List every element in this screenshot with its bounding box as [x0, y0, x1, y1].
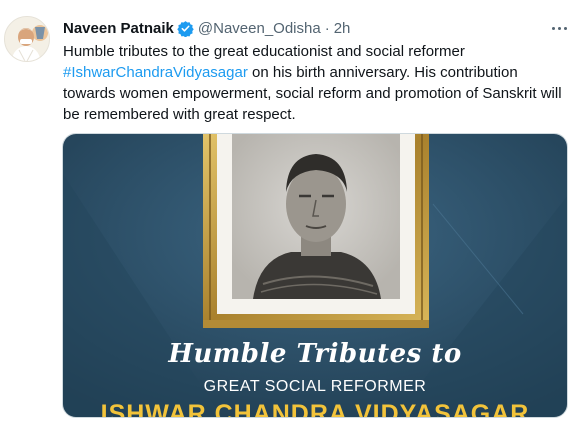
verified-badge-icon — [177, 20, 194, 37]
avatar-image — [5, 17, 49, 61]
tweet-header: Naveen Patnaik @Naveen_Odisha · 2h — [63, 17, 350, 39]
more-options-icon[interactable] — [548, 17, 570, 39]
tweet-media-image[interactable]: Humble Tributes to GREAT SOCIAL REFORMER… — [62, 133, 568, 418]
poster-caption-line3: ISHWAR CHANDRA VIDYASAGAR — [100, 400, 530, 418]
tweet-text: Humble tributes to the great educationis… — [63, 41, 568, 125]
poster-caption-line2: GREAT SOCIAL REFORMER — [203, 378, 427, 395]
tweet[interactable]: Naveen Patnaik @Naveen_Odisha · 2h Humbl… — [0, 0, 584, 430]
tweet-text-part1: Humble tributes to the great educationis… — [63, 43, 465, 60]
tribute-poster — [63, 134, 567, 417]
author-name[interactable]: Naveen Patnaik — [63, 20, 174, 37]
author-handle[interactable]: @Naveen_Odisha — [198, 20, 321, 37]
author-avatar[interactable] — [4, 16, 50, 62]
separator-dot: · — [324, 19, 330, 37]
tweet-timestamp[interactable]: 2h — [334, 20, 351, 37]
poster-caption-line1: Humble Tributes to — [168, 339, 462, 369]
hashtag-link[interactable]: #IshwarChandraVidyasagar — [63, 64, 248, 81]
